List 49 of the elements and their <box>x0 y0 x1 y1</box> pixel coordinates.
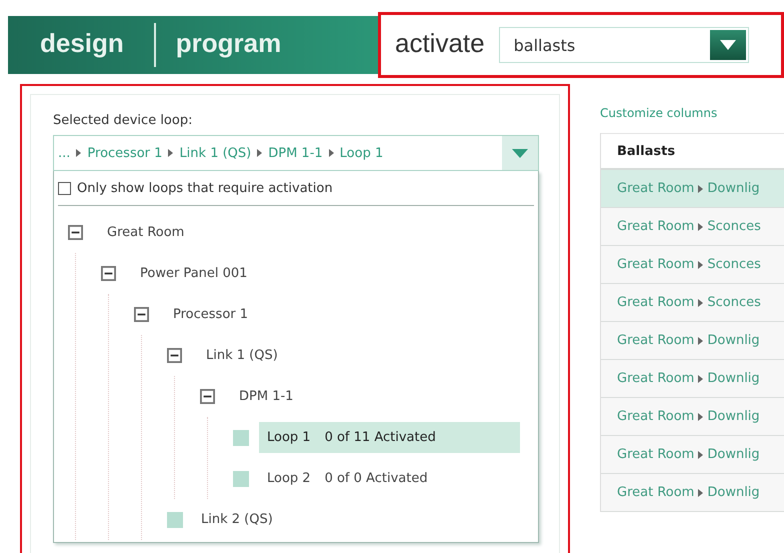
field-label: Selected device loop: <box>53 113 194 128</box>
tree-item[interactable]: Power Panel 001 <box>132 258 256 289</box>
path-arrow-icon <box>698 260 704 268</box>
tree-item[interactable]: Link 1 (QS) <box>198 340 286 371</box>
dropdown-icon <box>720 40 736 50</box>
path-arrow-icon <box>698 336 704 344</box>
path-arrow-icon <box>698 450 704 458</box>
table-row[interactable]: Great Room Downlig <box>601 474 784 512</box>
collapse-icon[interactable] <box>134 307 149 322</box>
table-row[interactable]: Great Room Downlig <box>601 170 784 208</box>
breadcrumb-arrow-icon <box>328 149 334 157</box>
loop-select[interactable]: ... Processor 1 Link 1 (QS) DPM 1-1 Loop 1 <box>53 135 539 171</box>
checkbox[interactable] <box>58 182 71 194</box>
leaf-icon <box>233 430 249 446</box>
breadcrumb-arrow-icon <box>257 149 262 157</box>
checkbox-label: Only show loops that require activation <box>77 180 333 196</box>
path-arrow-icon <box>698 488 704 496</box>
table-row[interactable]: Great Room Sconces <box>601 246 784 284</box>
nav-tab[interactable]: design <box>40 28 124 62</box>
path-arrow-icon <box>698 412 704 420</box>
leaf-icon <box>167 512 183 528</box>
nav-tab[interactable]: program <box>176 28 282 62</box>
tree-item[interactable]: Great Room <box>99 217 192 248</box>
tree-item[interactable]: Loop 1 0 of 11 Activated <box>259 422 520 453</box>
collapse-icon[interactable] <box>167 348 182 363</box>
breadcrumb-arrow-icon <box>168 149 174 157</box>
tree-item[interactable]: Loop 2 0 of 0 Activated <box>259 463 436 494</box>
customize-columns-link[interactable]: Customize columns <box>600 106 784 120</box>
table-row[interactable]: Great Room Downlig <box>601 360 784 398</box>
leaf-icon <box>233 470 249 486</box>
table-row[interactable]: Great Room Sconces <box>601 284 784 322</box>
path-arrow-icon <box>698 374 704 382</box>
table-row[interactable]: Great Room Downlig <box>601 436 784 474</box>
table-row[interactable]: Great Room Sconces <box>601 208 784 246</box>
path-arrow-icon <box>698 298 704 306</box>
path-arrow-icon <box>698 184 704 192</box>
path-arrow-icon <box>698 222 704 230</box>
tree-item[interactable]: Processor 1 <box>165 299 256 330</box>
table-row[interactable]: Great Room Downlig <box>601 322 784 360</box>
tree-item[interactable]: Link 2 (QS) <box>193 504 281 535</box>
collapse-icon[interactable] <box>101 266 116 281</box>
activate-label: activate <box>395 28 485 60</box>
table-row[interactable]: Great Room Downlig <box>601 398 784 436</box>
collapse-icon[interactable] <box>68 225 83 240</box>
dropdown-icon <box>512 148 528 158</box>
collapse-icon[interactable] <box>200 389 215 404</box>
type-select[interactable]: ballasts <box>498 27 749 63</box>
tree-item[interactable]: DPM 1-1 <box>231 381 302 412</box>
breadcrumb-arrow-icon <box>76 149 82 157</box>
